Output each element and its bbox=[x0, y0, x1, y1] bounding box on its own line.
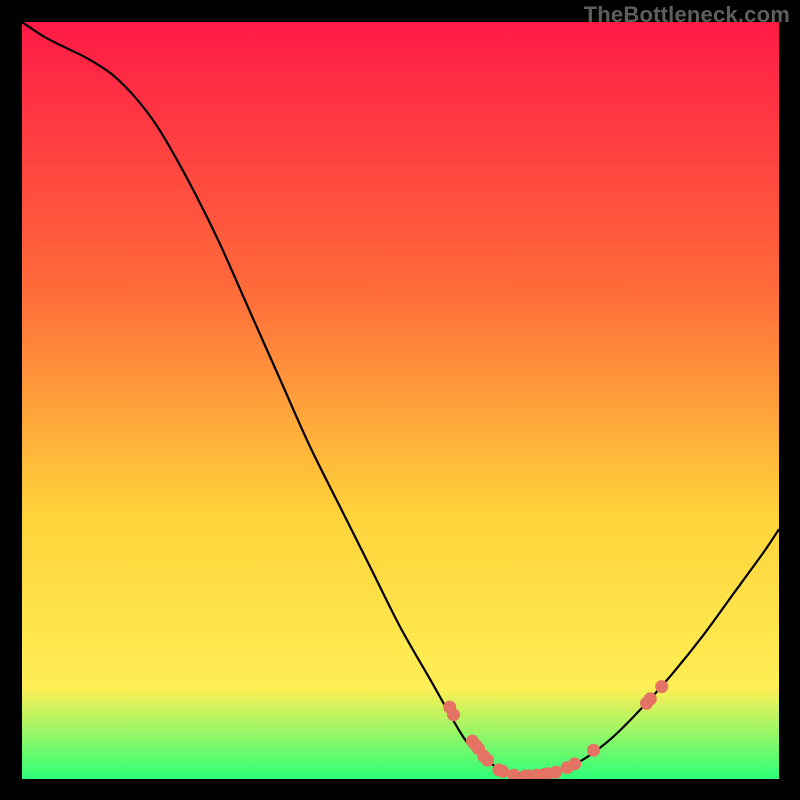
data-point bbox=[587, 744, 600, 757]
plot-area bbox=[22, 22, 779, 779]
chart-container: TheBottleneck.com bbox=[0, 0, 800, 800]
data-point bbox=[496, 765, 509, 778]
data-point bbox=[568, 757, 581, 770]
data-point bbox=[481, 754, 494, 767]
data-point bbox=[447, 708, 460, 721]
data-point bbox=[644, 692, 657, 705]
watermark-text: TheBottleneck.com bbox=[584, 2, 790, 28]
data-point bbox=[655, 680, 668, 693]
plot-svg bbox=[22, 22, 779, 779]
data-point bbox=[549, 766, 562, 779]
gradient-background bbox=[22, 22, 779, 779]
